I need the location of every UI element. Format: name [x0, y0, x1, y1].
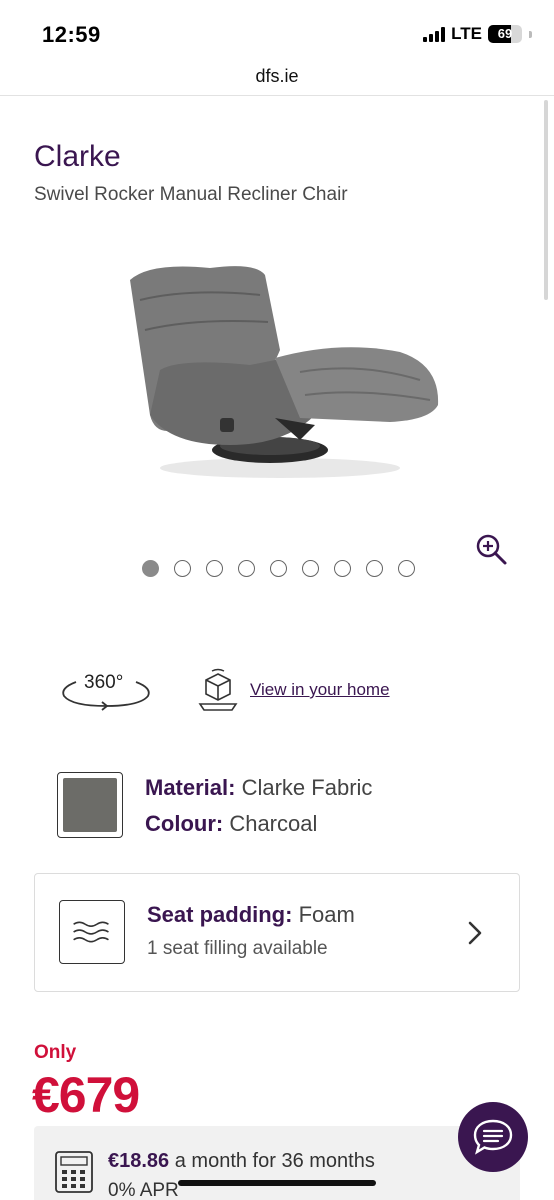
seat-padding-title: Seat padding: Foam	[147, 902, 355, 928]
chat-button[interactable]	[458, 1102, 528, 1172]
material-label: Material:	[145, 775, 236, 800]
foam-waves-icon	[59, 900, 125, 964]
fabric-swatch[interactable]	[57, 772, 123, 838]
carousel-dot[interactable]	[366, 560, 383, 577]
carousel-dot[interactable]	[302, 560, 319, 577]
network-label: LTE	[451, 24, 482, 43]
status-indicators: LTE 69	[423, 24, 532, 44]
apr-text: 0% APR	[108, 1180, 179, 1200]
view-in-your-home-link[interactable]: View in your home	[198, 668, 390, 712]
colour-label: Colour:	[145, 811, 224, 836]
status-bar: 12:59 LTE 69	[0, 0, 554, 62]
material-value: Clarke Fabric	[235, 775, 373, 800]
carousel-dot[interactable]	[206, 560, 223, 577]
chevron-right-icon	[468, 921, 482, 945]
carousel-dot[interactable]	[270, 560, 287, 577]
carousel-dot[interactable]	[142, 560, 159, 577]
colour-value: Charcoal	[223, 811, 318, 836]
seat-padding-value: Foam	[292, 902, 355, 927]
monthly-text: a month for 36 months	[169, 1150, 375, 1172]
material-info: Material: Clarke Fabric	[145, 775, 372, 801]
home-indicator[interactable]	[178, 1180, 376, 1186]
seat-padding-label: Seat padding:	[147, 902, 293, 927]
chat-bubble-icon	[473, 1119, 513, 1155]
swatch-color	[63, 778, 117, 832]
zoom-icon[interactable]	[474, 532, 510, 568]
seat-padding-subtext: 1 seat filling available	[147, 938, 328, 959]
seat-padding-card[interactable]: Seat padding: Foam 1 seat filling availa…	[34, 873, 520, 992]
carousel-dot[interactable]	[398, 560, 415, 577]
ar-box-icon	[198, 668, 238, 711]
status-time: 12:59	[42, 22, 101, 47]
colour-info: Colour: Charcoal	[145, 811, 317, 837]
battery-level: 69	[497, 26, 513, 41]
finance-box[interactable]: €18.86 a month for 36 months 0% APR	[34, 1126, 520, 1200]
battery-icon: 69	[488, 25, 522, 43]
view-360-button[interactable]: 360°	[58, 668, 154, 714]
product-image[interactable]	[100, 240, 460, 490]
carousel-dot[interactable]	[334, 560, 351, 577]
carousel-dot[interactable]	[174, 560, 191, 577]
carousel-dots	[142, 560, 415, 577]
signal-icon	[423, 26, 446, 42]
address-bar[interactable]: dfs.ie	[0, 62, 554, 96]
price: €679	[32, 1067, 140, 1123]
only-label: Only	[34, 1042, 77, 1063]
url-text: dfs.ie	[255, 66, 299, 86]
monthly-amount: €18.86	[108, 1150, 170, 1172]
product-subtitle: Swivel Rocker Manual Recliner Chair	[34, 184, 348, 205]
product-title: Clarke	[34, 140, 121, 173]
monthly-payment: €18.86 a month for 36 months	[108, 1150, 375, 1173]
scrollbar[interactable]	[544, 100, 548, 300]
view-in-your-home-label: View in your home	[250, 680, 390, 699]
view-360-label: 360°	[84, 672, 124, 693]
calculator-icon	[55, 1151, 93, 1193]
carousel-dot[interactable]	[238, 560, 255, 577]
